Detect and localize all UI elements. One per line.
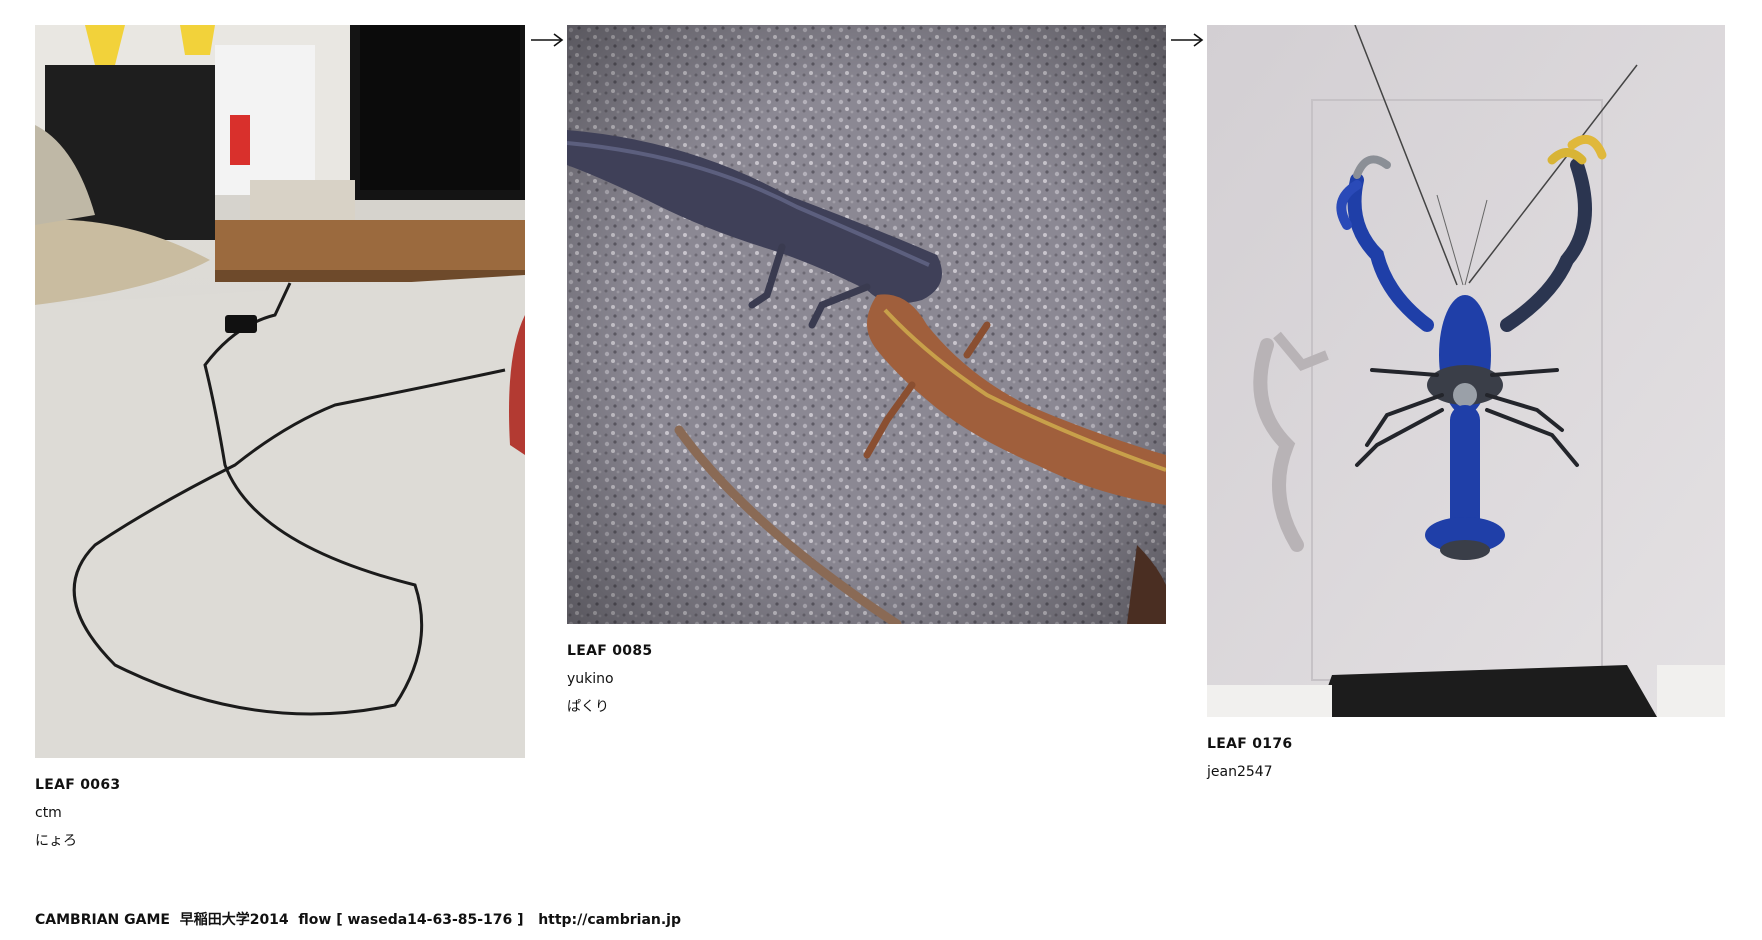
flow-label: flow [ waseda14-63-85-176 ] — [298, 912, 524, 928]
leaf-caption: にょろ — [35, 833, 77, 849]
cable-photo — [35, 25, 525, 758]
site-title: CAMBRIAN GAME — [35, 912, 170, 928]
right-arrow-icon — [531, 33, 564, 47]
leaf-meta: LEAF 0176 jean2547 — [1207, 730, 1725, 786]
leaf-user[interactable]: yukino — [567, 665, 1166, 693]
leaf-caption: ぱくり — [567, 699, 609, 715]
leaf-photo-link[interactable] — [567, 25, 1166, 624]
leaf-id: LEAF 0176 — [1207, 736, 1293, 752]
leaf-meta: LEAF 0085 yukino ぱくり — [567, 637, 1166, 721]
leaf-user[interactable]: ctm — [35, 799, 525, 827]
leaf-user[interactable]: jean2547 — [1207, 758, 1725, 786]
leaf-card: LEAF 0085 yukino ぱくり — [567, 25, 1166, 721]
crayfish-photo — [1207, 25, 1725, 717]
leaf-card: LEAF 0176 jean2547 — [1207, 25, 1725, 786]
leaf-meta: LEAF 0063 ctm にょろ — [35, 771, 525, 855]
leaf-card: LEAF 0063 ctm にょろ — [35, 25, 525, 855]
footer: CAMBRIAN GAME 早稲田大学2014 flow [ waseda14-… — [35, 909, 681, 929]
leaf-id: LEAF 0063 — [35, 777, 121, 793]
lizard-photo — [567, 25, 1166, 624]
event-name: 早稲田大学2014 — [179, 912, 289, 928]
leaf-photo-link[interactable] — [1207, 25, 1725, 717]
leaf-id: LEAF 0085 — [567, 643, 653, 659]
right-arrow-icon — [1171, 33, 1204, 47]
site-link[interactable]: http://cambrian.jp — [538, 912, 681, 928]
leaf-photo-link[interactable] — [35, 25, 525, 758]
